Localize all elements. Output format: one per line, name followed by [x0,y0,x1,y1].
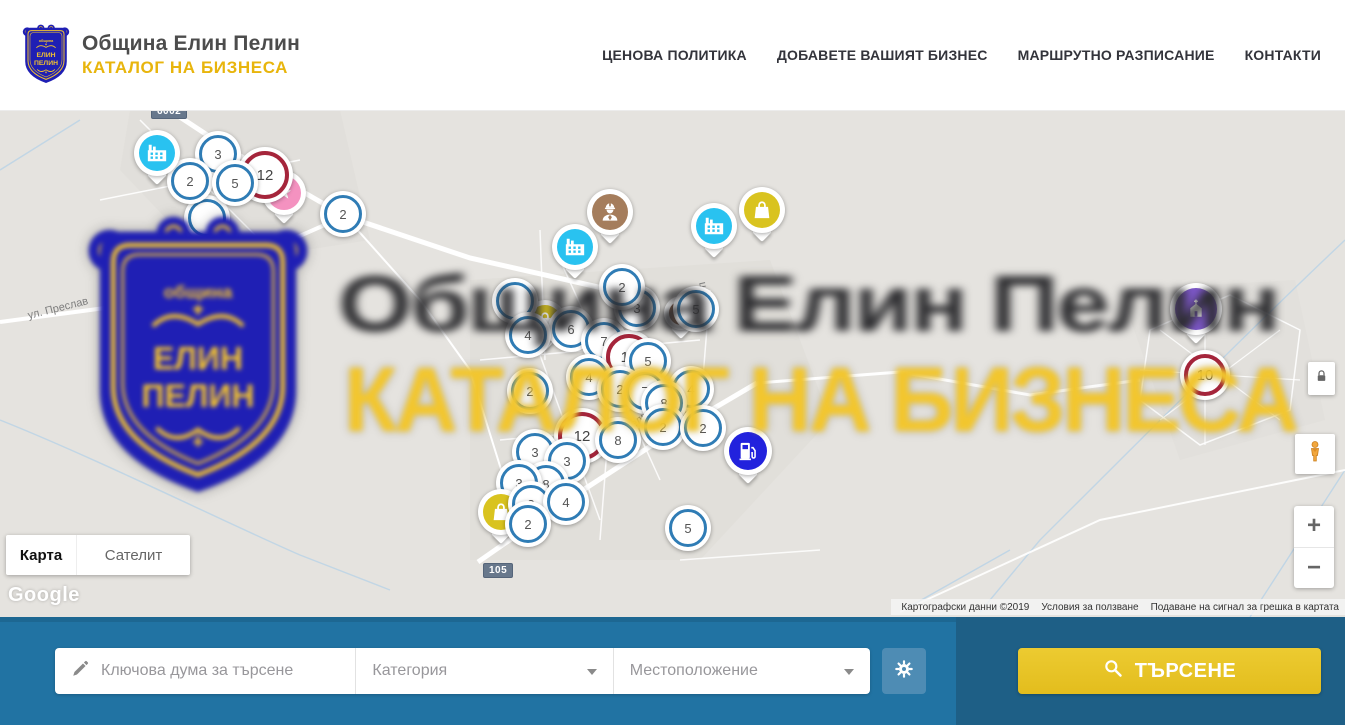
map-pin-factory-marker[interactable] [691,203,737,249]
category-select-value: Категория [372,662,447,680]
main-nav: ЦЕНОВА ПОЛИТИКА ДОБАВЕТЕ ВАШИЯТ БИЗНЕС М… [602,47,1321,63]
map-lock-control[interactable] [1308,362,1335,395]
site-subtitle: КАТАЛОГ НА БИЗНЕСА [82,58,300,78]
map-pin-fuel-marker[interactable] [724,427,772,475]
keyword-search-input[interactable] [99,661,355,681]
map-cluster-marker[interactable]: 2 [505,501,551,547]
map-cluster-marker[interactable]: 5 [673,286,719,332]
search-button-label: ТЪРСЕНЕ [1135,660,1237,683]
advanced-search-gear-button[interactable] [882,648,926,694]
map-cluster-marker[interactable]: 8 [595,417,641,463]
location-select[interactable]: Местоположение [613,648,870,694]
zoom-in-button[interactable]: + [1294,506,1334,548]
search-bar: Категория Местоположение [0,617,1345,725]
nav-route-schedule[interactable]: МАРШРУТНО РАЗПИСАНИЕ [1018,47,1215,63]
map-markers-layer: 647135352242748221283383342532125210 [0,110,1345,617]
search-button[interactable]: ТЪРСЕНЕ [1018,648,1321,694]
search-fields-group: Категория Местоположение [55,648,870,694]
attribution-copyright: Картографски данни ©2019 [901,602,1029,613]
map-pin-church-marker[interactable] [1170,283,1222,335]
map-attribution: Картографски данни ©2019 Условия за полз… [891,599,1345,615]
map-cluster-marker[interactable]: 2 [680,405,726,451]
map-cluster-marker[interactable]: 2 [320,191,366,237]
nav-pricing-policy[interactable]: ЦЕНОВА ПОЛИТИКА [602,47,747,63]
site-header: община ЕЛИН ПЕЛИН Община Елин Пелин КАТА… [0,0,1345,111]
lock-icon [1314,369,1329,389]
map-cluster-marker[interactable]: 5 [212,160,258,206]
svg-text:община: община [39,39,54,43]
map-pin-bag-marker[interactable] [739,187,785,233]
map-cluster-marker[interactable]: 10 [1180,350,1230,400]
svg-text:ЕЛИН: ЕЛИН [36,52,55,59]
site-logo-link[interactable]: община ЕЛИН ПЕЛИН Община Елин Пелин КАТА… [22,24,300,86]
map-zoom-control: + − [1294,506,1334,588]
map-type-satellite-button[interactable]: Сателит [76,535,190,575]
nav-contacts[interactable]: КОНТАКТИ [1245,47,1321,63]
pegman-icon [1303,440,1327,469]
municipality-emblem-logo: община ЕЛИН ПЕЛИН [22,24,70,86]
map-cluster-marker[interactable]: 4 [505,312,551,358]
zoom-out-button[interactable]: − [1294,548,1334,589]
chevron-down-icon [587,669,597,675]
location-select-value: Местоположение [630,662,758,680]
street-view-pegman-control[interactable] [1295,434,1335,474]
map-pin-factory-marker[interactable] [134,130,180,176]
attribution-terms-link[interactable]: Условия за ползване [1041,602,1138,613]
map-cluster-marker[interactable]: 5 [665,505,711,551]
gear-icon [894,659,914,684]
map-pin-worker-marker[interactable] [587,189,633,235]
map-cluster-marker[interactable]: 2 [599,264,645,310]
site-title: Община Елин Пелин [82,32,300,56]
pencil-icon [71,660,89,683]
svg-text:ПЕЛИН: ПЕЛИН [34,60,58,67]
nav-add-your-business[interactable]: ДОБАВЕТЕ ВАШИЯТ БИЗНЕС [777,47,988,63]
category-select[interactable]: Категория [355,648,612,694]
keyword-field-wrap [55,648,355,694]
map-type-map-button[interactable]: Карта [6,535,76,575]
chevron-down-icon [844,669,854,675]
google-logo[interactable]: Google [8,584,80,607]
map-type-control: Карта Сателит [6,535,190,575]
google-map-canvas[interactable]: 6002105 ул. Преславбул. „Новоселци“ции 6… [0,110,1345,617]
map-cluster-marker[interactable]: 2 [507,368,553,414]
magnifier-icon [1103,658,1123,684]
brand-text: Община Елин Пелин КАТАЛОГ НА БИЗНЕСА [82,32,300,78]
attribution-report-error-link[interactable]: Подаване на сигнал за грешка в картата [1151,602,1339,613]
